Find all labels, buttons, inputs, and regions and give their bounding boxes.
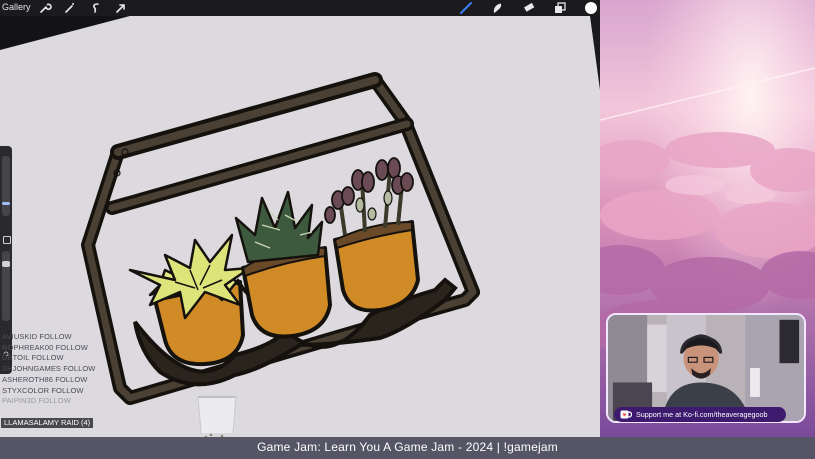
follow-alert-item: DETOIL FOLLOW: [2, 353, 64, 363]
follow-alert-item: PAIPIN3D FOLLOW: [2, 396, 71, 406]
follow-alert-item: AVIUSKID FOLLOW: [2, 332, 72, 341]
drawing-app: Gallery AVIUSKID FOLLOW ROPHREAK00 FOLLO…: [0, 0, 600, 437]
follow-alert-item: STYXCOLOR FOLLOW: [2, 385, 84, 395]
stream-title: Game Jam: Learn You A Game Jam - 2024 | …: [257, 440, 558, 454]
selection-icon[interactable]: [89, 1, 103, 15]
stream-title-banner: Game Jam: Learn You A Game Jam - 2024 | …: [0, 437, 815, 459]
color-swatch-icon[interactable]: [584, 1, 598, 15]
follow-feed: AVIUSKID FOLLOW ROPHREAK00 FOLLOW DETOIL F…: [2, 332, 112, 407]
app-toolbar: Gallery: [0, 0, 600, 16]
raid-alert: LLAMASALAMY RAID (4): [1, 418, 94, 428]
transform-arrow-icon[interactable]: [114, 1, 128, 15]
overlay-cup-image: [197, 396, 237, 437]
magic-wand-icon[interactable]: [63, 1, 77, 15]
layers-icon[interactable]: [553, 1, 567, 15]
wrench-icon[interactable]: [38, 1, 52, 15]
smudge-icon[interactable]: [490, 1, 504, 15]
follow-alert-item: ASHEROTH86 FOLLOW: [2, 374, 88, 384]
kofi-badge[interactable]: Support me at Ko-fi.com/theaveragegoob: [614, 407, 786, 422]
opacity-thumb[interactable]: [2, 261, 10, 267]
brush-size-thumb[interactable]: [2, 202, 10, 205]
modify-button[interactable]: [3, 236, 11, 244]
brush-icon[interactable]: [459, 1, 473, 15]
brush-size-slider[interactable]: [2, 156, 10, 216]
gallery-button[interactable]: Gallery: [2, 2, 31, 12]
follow-alert-item: SHJOHNGAMES FOLLOW: [2, 364, 96, 374]
stream-layout: Gallery AVIUSKID FOLLOW ROPHREAK00 FOLLO…: [0, 0, 815, 459]
eraser-icon[interactable]: [522, 1, 536, 15]
coffee-cup-icon: [620, 410, 632, 419]
kofi-label: Support me at Ko-fi.com/theaveragegoob: [636, 410, 768, 419]
follow-alert-item: ROPHREAK00 FOLLOW: [2, 342, 88, 352]
